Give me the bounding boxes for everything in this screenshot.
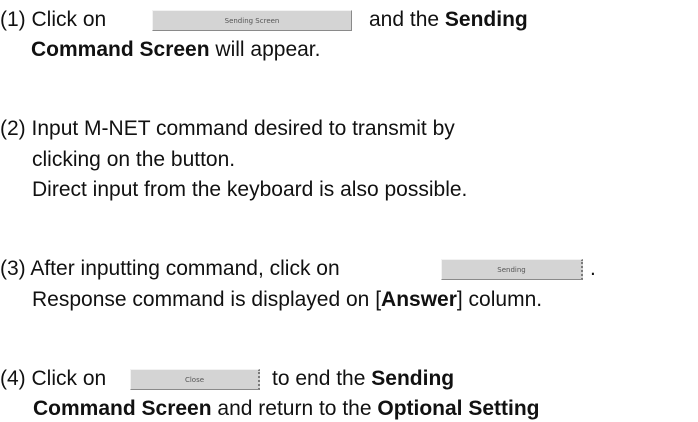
step2-text2: clicking on the button. [32,148,236,171]
step3-line1: (3) After inputting command, click on [0,256,340,282]
step1-line1: (1) Click on [0,7,106,33]
step1-bold-command-screen: Command Screen [31,38,210,61]
step4-prefix: (4) Click on [0,367,107,390]
step2-line2: clicking on the button. [32,147,235,173]
step3-period-text: . [590,257,596,280]
step3-text1: (3) After inputting command, click on [0,257,340,280]
step1-line1-tail: and the Sending [369,7,528,33]
step2-text3: Direct input from the keyboard is also p… [32,178,468,201]
step3-bold-answer: Answer [381,288,457,311]
close-button-label: Close [184,376,205,384]
sending-button[interactable]: Sending [441,259,583,280]
step1-line2: Command Screen will appear. [31,37,320,63]
step1-prefix: (1) Click on [0,8,107,31]
step1-after: and the [369,8,440,31]
sending-screen-button-label: Sending Screen [224,17,280,25]
step3-period: . [590,256,596,282]
step1-line2-rest: will appear. [215,38,321,61]
step4-bold-sending: Sending [371,367,455,390]
close-button[interactable]: Close [130,369,260,390]
step4-bold-optional-setting: Optional Setting [377,397,540,420]
step2-text1: (2) Input M-NET command desired to trans… [0,117,455,140]
step2-line1: (2) Input M-NET command desired to trans… [0,116,455,142]
step4-line2: Command Screen and return to the Optiona… [33,396,540,422]
step4-line1-tail: to end the Sending [272,366,454,392]
sending-screen-button[interactable]: Sending Screen [152,10,352,31]
step2-line3: Direct input from the keyboard is also p… [32,177,467,203]
step4-line1: (4) Click on [0,366,106,392]
step3-line2-post: ] column. [456,288,543,311]
step4-line2-mid: and return to the [217,397,372,420]
step4-bold-command-screen: Command Screen [33,397,212,420]
step4-after: to end the [272,367,366,390]
step3-line2: Response command is displayed on [Answer… [32,287,542,313]
sending-button-label: Sending [497,266,526,274]
step3-line2-pre: Response command is displayed on [ [32,288,382,311]
step1-bold-sending: Sending [444,8,528,31]
